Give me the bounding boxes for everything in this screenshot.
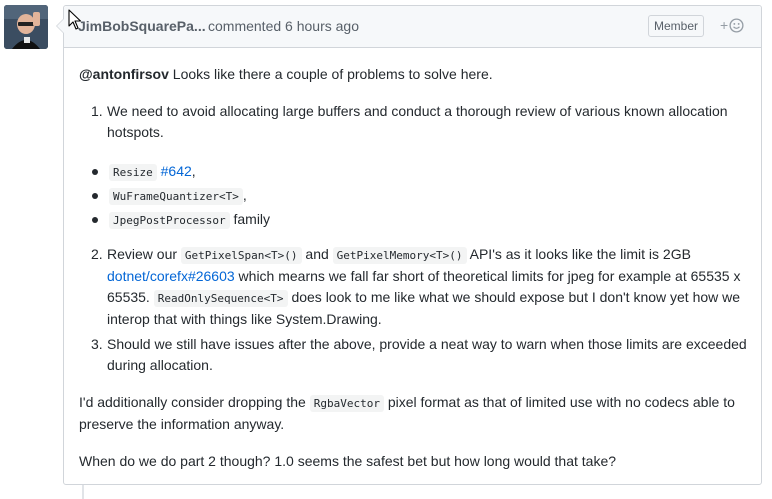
list-item-3-text: Should we still have issues after the ab… <box>107 336 747 373</box>
code-rgbavector: RgbaVector <box>309 395 384 412</box>
comment-box: JimBobSquarePa... commented 6 hours ago … <box>56 5 762 485</box>
code-postprocessor: JpegPostProcessor <box>109 212 230 229</box>
comment-caret-inner <box>57 18 65 34</box>
paragraph-rgbavector: I'd additionally consider dropping the R… <box>79 392 749 435</box>
author-avatar[interactable] <box>4 5 48 49</box>
list-item-2-and: and <box>305 246 329 262</box>
user-mention-link[interactable]: @antonfirsov <box>79 66 169 82</box>
bullet-dot <box>92 169 98 175</box>
reaction-plus-label: + <box>720 17 729 33</box>
list-number-1: 1. <box>91 103 103 119</box>
code-quantizer: WuFrameQuantizer<T> <box>109 188 243 205</box>
comment-author-link[interactable]: JimBobSquarePa... <box>78 18 206 34</box>
code-getpixelmemory: GetPixelMemory<T>() <box>332 247 467 264</box>
code-getpixelspan: GetPixelSpan<T>() <box>180 247 302 264</box>
list-item-2-text-b: API's as it looks like the limit is 2GB <box>469 246 691 262</box>
code-resize: Resize <box>109 164 157 181</box>
list-item-3: 3. Should we still have issues after the… <box>79 334 749 376</box>
bullet-suffix: , <box>191 163 196 179</box>
issue-link-642[interactable]: #642 <box>161 163 192 179</box>
member-badge: Member <box>648 15 705 37</box>
corefx-issue-link[interactable]: dotnet/corefx#26603 <box>107 268 235 284</box>
bullet-item-postprocessor: JpegPostProcessor family <box>79 207 749 231</box>
paragraph-part2: When do we do part 2 though? 1.0 seems t… <box>79 453 617 469</box>
bullet-suffix: family <box>233 211 271 227</box>
intro-paragraph: @antonfirsov Looks like there a couple o… <box>79 64 749 85</box>
comment-body: @antonfirsov Looks like there a couple o… <box>79 64 749 472</box>
bullet-list: Resize #642, WuFrameQuantizer<T>, JpegPo… <box>79 159 749 231</box>
list-item-1-text: We need to avoid allocating large buffer… <box>107 103 728 140</box>
timeline-line <box>82 485 84 499</box>
smiley-icon <box>729 17 744 33</box>
list-item-2-text-a: Review our <box>107 246 178 262</box>
bullet-item-quantizer: WuFrameQuantizer<T>, <box>79 183 749 207</box>
code-readonlysequence: ReadOnlySequence<T> <box>153 290 288 307</box>
comment-header: JimBobSquarePa... commented 6 hours ago … <box>56 6 761 48</box>
mouse-cursor-icon <box>68 9 82 30</box>
add-reaction-button[interactable]: + <box>720 17 744 33</box>
paragraph-2-text-a: I'd additionally consider dropping the <box>79 394 306 410</box>
bullet-suffix: , <box>242 187 247 203</box>
intro-text: Looks like there a couple of problems to… <box>172 66 493 82</box>
list-number-2: 2. <box>91 246 103 262</box>
bullet-item-resize: Resize #642, <box>79 159 749 183</box>
bullet-dot <box>92 193 98 199</box>
bullet-dot <box>92 217 98 223</box>
list-item-1: 1. We need to avoid allocating large buf… <box>79 101 749 143</box>
list-number-3: 3. <box>91 336 103 352</box>
list-item-2: 2. Review our GetPixelSpan<T>() and GetP… <box>79 244 749 330</box>
comment-timestamp[interactable]: commented 6 hours ago <box>208 18 359 34</box>
